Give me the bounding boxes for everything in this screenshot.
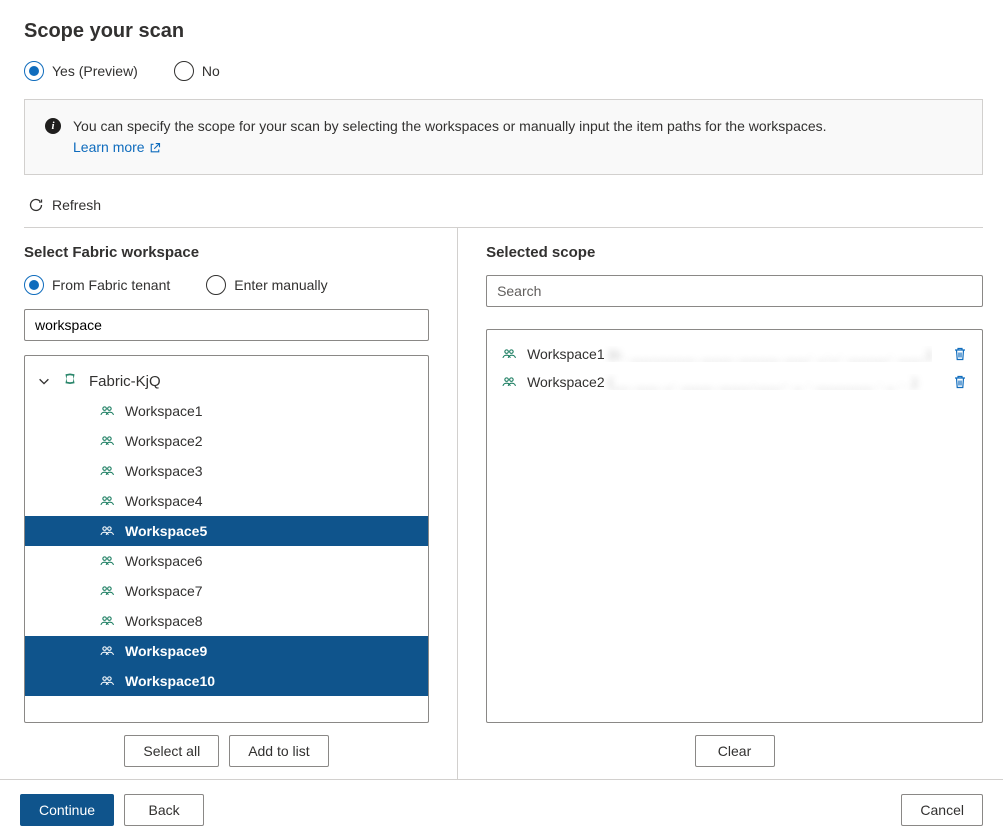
fabric-icon xyxy=(61,372,79,390)
preview-no-radio[interactable]: No xyxy=(174,61,220,81)
preview-yes-radio[interactable]: Yes (Preview) xyxy=(24,61,138,81)
refresh-icon xyxy=(28,197,44,213)
workspace-item-label: Workspace5 xyxy=(125,523,207,539)
refresh-label: Refresh xyxy=(52,197,101,213)
source-radio-group: From Fabric tenant Enter manually xyxy=(24,275,429,295)
workspace-item[interactable]: Workspace1 xyxy=(25,396,428,426)
workspace-search-input[interactable] xyxy=(24,309,429,341)
select-workspace-pane: Select Fabric workspace From Fabric tena… xyxy=(24,228,457,779)
workspace-item[interactable]: Workspace4 xyxy=(25,486,428,516)
learn-more-label: Learn more xyxy=(73,137,145,158)
selected-scope-item: Workspace1 (c. ________ ____ _____ ___. … xyxy=(501,340,968,368)
workspace-item-label: Workspace9 xyxy=(125,643,207,659)
select-all-button[interactable]: Select all xyxy=(124,735,219,767)
workspace-item-label: Workspace6 xyxy=(125,553,203,569)
page-title: Scope your scan xyxy=(24,20,983,43)
selected-item-label: Workspace1 (c. ________ ____ _____ ___. … xyxy=(527,346,932,362)
workspace-item[interactable]: Workspace5 xyxy=(25,516,428,546)
back-button[interactable]: Back xyxy=(124,794,204,826)
selected-scope-title: Selected scope xyxy=(486,244,983,261)
workspace-item-label: Workspace3 xyxy=(125,463,203,479)
dialog-footer: Continue Back Cancel xyxy=(0,779,1003,840)
preview-yes-label: Yes (Preview) xyxy=(52,63,138,79)
workspace-icon xyxy=(99,583,115,599)
enter-manually-label: Enter manually xyxy=(234,277,327,293)
chevron-down-icon xyxy=(37,374,51,388)
workspace-item-label: Workspace10 xyxy=(125,673,215,689)
tenant-node[interactable]: Fabric-KjQ xyxy=(25,366,428,396)
from-tenant-label: From Fabric tenant xyxy=(52,277,170,293)
selected-scope-item: Workspace2 (__ ___ _. ____ ____.___.. _ … xyxy=(501,368,968,396)
selected-scope-list: Workspace1 (c. ________ ____ _____ ___. … xyxy=(486,329,983,723)
learn-more-link[interactable]: Learn more xyxy=(73,137,161,158)
selected-item-label: Workspace2 (__ ___ _. ____ ____.___.. _ … xyxy=(527,374,932,390)
workspace-item-label: Workspace7 xyxy=(125,583,203,599)
selected-search-input[interactable] xyxy=(486,275,983,307)
delete-icon[interactable] xyxy=(952,346,968,362)
workspace-icon xyxy=(99,463,115,479)
enter-manually-radio[interactable]: Enter manually xyxy=(206,275,327,295)
workspace-icon xyxy=(99,523,115,539)
workspace-item[interactable]: Workspace2 xyxy=(25,426,428,456)
workspace-icon xyxy=(99,553,115,569)
workspace-item-label: Workspace4 xyxy=(125,493,203,509)
workspace-item[interactable]: Workspace6 xyxy=(25,546,428,576)
workspace-icon xyxy=(99,403,115,419)
workspace-item[interactable]: Workspace3 xyxy=(25,456,428,486)
workspace-item-label: Workspace2 xyxy=(125,433,203,449)
info-callout: i You can specify the scope for your sca… xyxy=(24,99,983,175)
from-tenant-radio[interactable]: From Fabric tenant xyxy=(24,275,170,295)
clear-button[interactable]: Clear xyxy=(695,735,775,767)
info-text: You can specify the scope for your scan … xyxy=(73,118,827,134)
tenant-name: Fabric-KjQ xyxy=(89,373,161,390)
workspace-icon xyxy=(99,673,115,689)
add-to-list-button[interactable]: Add to list xyxy=(229,735,328,767)
continue-button[interactable]: Continue xyxy=(20,794,114,826)
info-icon: i xyxy=(45,118,61,134)
cancel-button[interactable]: Cancel xyxy=(901,794,983,826)
workspace-icon xyxy=(99,433,115,449)
workspace-item[interactable]: Workspace8 xyxy=(25,606,428,636)
workspace-icon xyxy=(99,643,115,659)
workspace-item[interactable]: Workspace9 xyxy=(25,636,428,666)
open-new-window-icon xyxy=(149,142,161,154)
delete-icon[interactable] xyxy=(952,374,968,390)
workspace-item[interactable]: Workspace7 xyxy=(25,576,428,606)
preview-radio-group: Yes (Preview) No xyxy=(24,61,983,81)
refresh-button[interactable]: Refresh xyxy=(24,191,983,227)
preview-no-label: No xyxy=(202,63,220,79)
workspace-tree: Fabric-KjQ Workspace1 Workspace2 Workspace… xyxy=(24,355,429,723)
workspace-item[interactable]: Workspace10 xyxy=(25,666,428,696)
workspace-icon xyxy=(99,613,115,629)
workspace-item-label: Workspace8 xyxy=(125,613,203,629)
workspace-icon xyxy=(501,346,517,362)
selected-scope-pane: Selected scope Workspace1 (c. ________ _… xyxy=(457,228,983,779)
workspace-item-label: Workspace1 xyxy=(125,403,203,419)
select-workspace-title: Select Fabric workspace xyxy=(24,244,429,261)
workspace-icon xyxy=(501,374,517,390)
workspace-icon xyxy=(99,493,115,509)
